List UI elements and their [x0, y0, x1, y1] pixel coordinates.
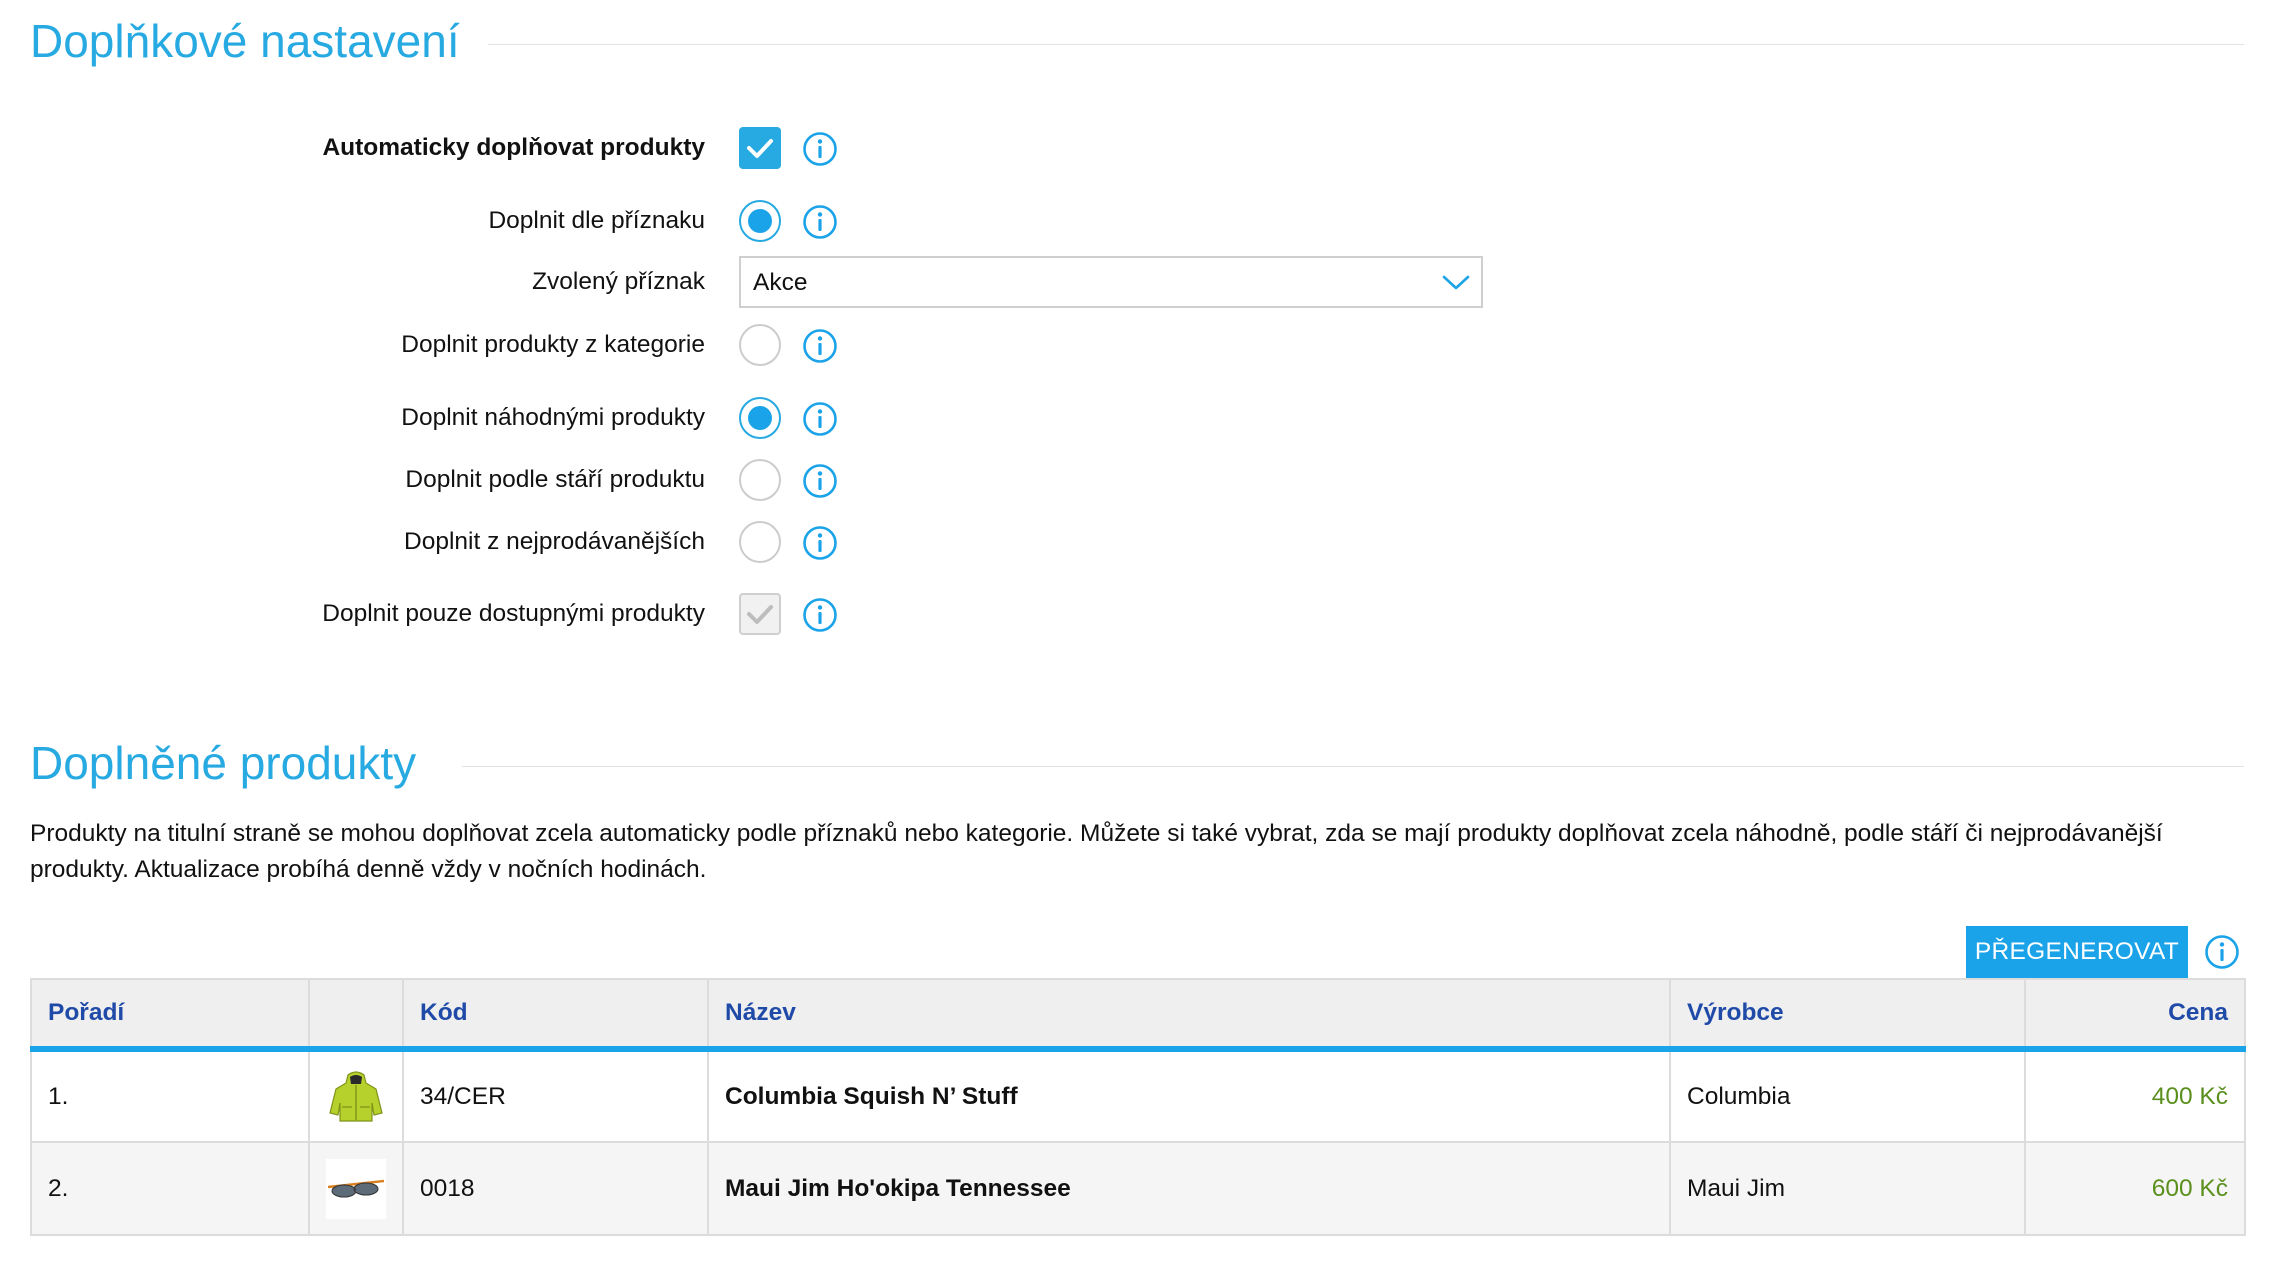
fill-by-age-label: Doplnit podle stáří produktu: [405, 466, 705, 493]
checkmark-icon: [747, 605, 773, 624]
column-header-image: [308, 978, 403, 1052]
sunglasses-thumbnail: [326, 1158, 386, 1219]
table-header-row: Pořadí Kód Název Výrobce Cena: [30, 978, 2246, 1052]
selected-flag-label: Zvolený příznak: [532, 268, 705, 295]
cell-order: 2.: [30, 1141, 310, 1236]
cell-price: 600 Kč: [2024, 1141, 2246, 1236]
cell-code: 0018: [402, 1141, 709, 1236]
products-description: Produkty na titulní straně se mohou dopl…: [30, 820, 2163, 883]
auto-fill-checkbox[interactable]: [739, 127, 781, 169]
column-header-code[interactable]: Kód: [402, 978, 708, 1052]
column-header-name[interactable]: Název: [707, 978, 1670, 1052]
products-section-title: Doplněné produkty: [30, 737, 417, 789]
info-icon[interactable]: [2204, 934, 2240, 970]
green-jacket-thumbnail: [329, 1070, 383, 1122]
fill-by-flag-label: Doplnit dle příznaku: [488, 207, 705, 234]
fill-from-category-label: Doplnit produkty z kategorie: [401, 331, 705, 358]
fill-by-flag-radio[interactable]: [739, 200, 781, 242]
info-icon[interactable]: [802, 525, 838, 561]
section-divider: [488, 44, 2244, 45]
regenerate-button[interactable]: PŘEGENEROVAT: [1966, 926, 2188, 978]
fill-random-radio[interactable]: [739, 397, 781, 439]
selected-flag-value: Akce: [753, 269, 808, 296]
fill-random-label: Doplnit náhodnými produkty: [401, 404, 705, 431]
products-table: Pořadí Kód Název Výrobce Cena 1. 34/CER …: [30, 978, 2246, 1236]
auto-fill-label: Automaticky doplňovat produkty: [322, 134, 705, 161]
checkmark-icon: [747, 139, 773, 158]
selected-flag-select[interactable]: Akce: [739, 256, 1483, 308]
cell-manufacturer: Maui Jim: [1669, 1141, 2026, 1236]
cell-price: 400 Kč: [2024, 1048, 2246, 1143]
fill-available-only-checkbox[interactable]: [739, 593, 781, 635]
cell-image: [308, 1048, 404, 1143]
info-icon[interactable]: [802, 401, 838, 437]
section-divider: [462, 766, 2244, 767]
cell-manufacturer: Columbia: [1669, 1048, 2026, 1143]
info-icon[interactable]: [802, 328, 838, 364]
info-icon[interactable]: [802, 204, 838, 240]
fill-bestsellers-radio[interactable]: [739, 521, 781, 563]
cell-code: 34/CER: [402, 1048, 709, 1143]
fill-bestsellers-label: Doplnit z nejprodávanějších: [404, 528, 705, 555]
settings-section-title: Doplňkové nastavení: [30, 15, 460, 67]
fill-available-only-label: Doplnit pouze dostupnými produkty: [322, 600, 705, 627]
cell-image: [308, 1141, 404, 1236]
table-row[interactable]: 1. 34/CER Columbia Squish N’ Stuff Colum…: [30, 1048, 2246, 1143]
info-icon[interactable]: [802, 463, 838, 499]
fill-by-age-radio[interactable]: [739, 459, 781, 501]
fill-from-category-radio[interactable]: [739, 324, 781, 366]
cell-name[interactable]: Maui Jim Ho'okipa Tennessee: [707, 1141, 1671, 1236]
info-icon[interactable]: [802, 597, 838, 633]
chevron-down-icon: [1442, 275, 1470, 290]
table-row[interactable]: 2. 0018 Maui Jim Ho'okipa Tennessee Maui…: [30, 1141, 2246, 1236]
column-header-manufacturer[interactable]: Výrobce: [1669, 978, 2025, 1052]
column-header-order[interactable]: Pořadí: [30, 978, 309, 1052]
info-icon[interactable]: [802, 131, 838, 167]
column-header-price[interactable]: Cena: [2024, 978, 2246, 1052]
cell-name[interactable]: Columbia Squish N’ Stuff: [707, 1048, 1671, 1143]
cell-order: 1.: [30, 1048, 310, 1143]
